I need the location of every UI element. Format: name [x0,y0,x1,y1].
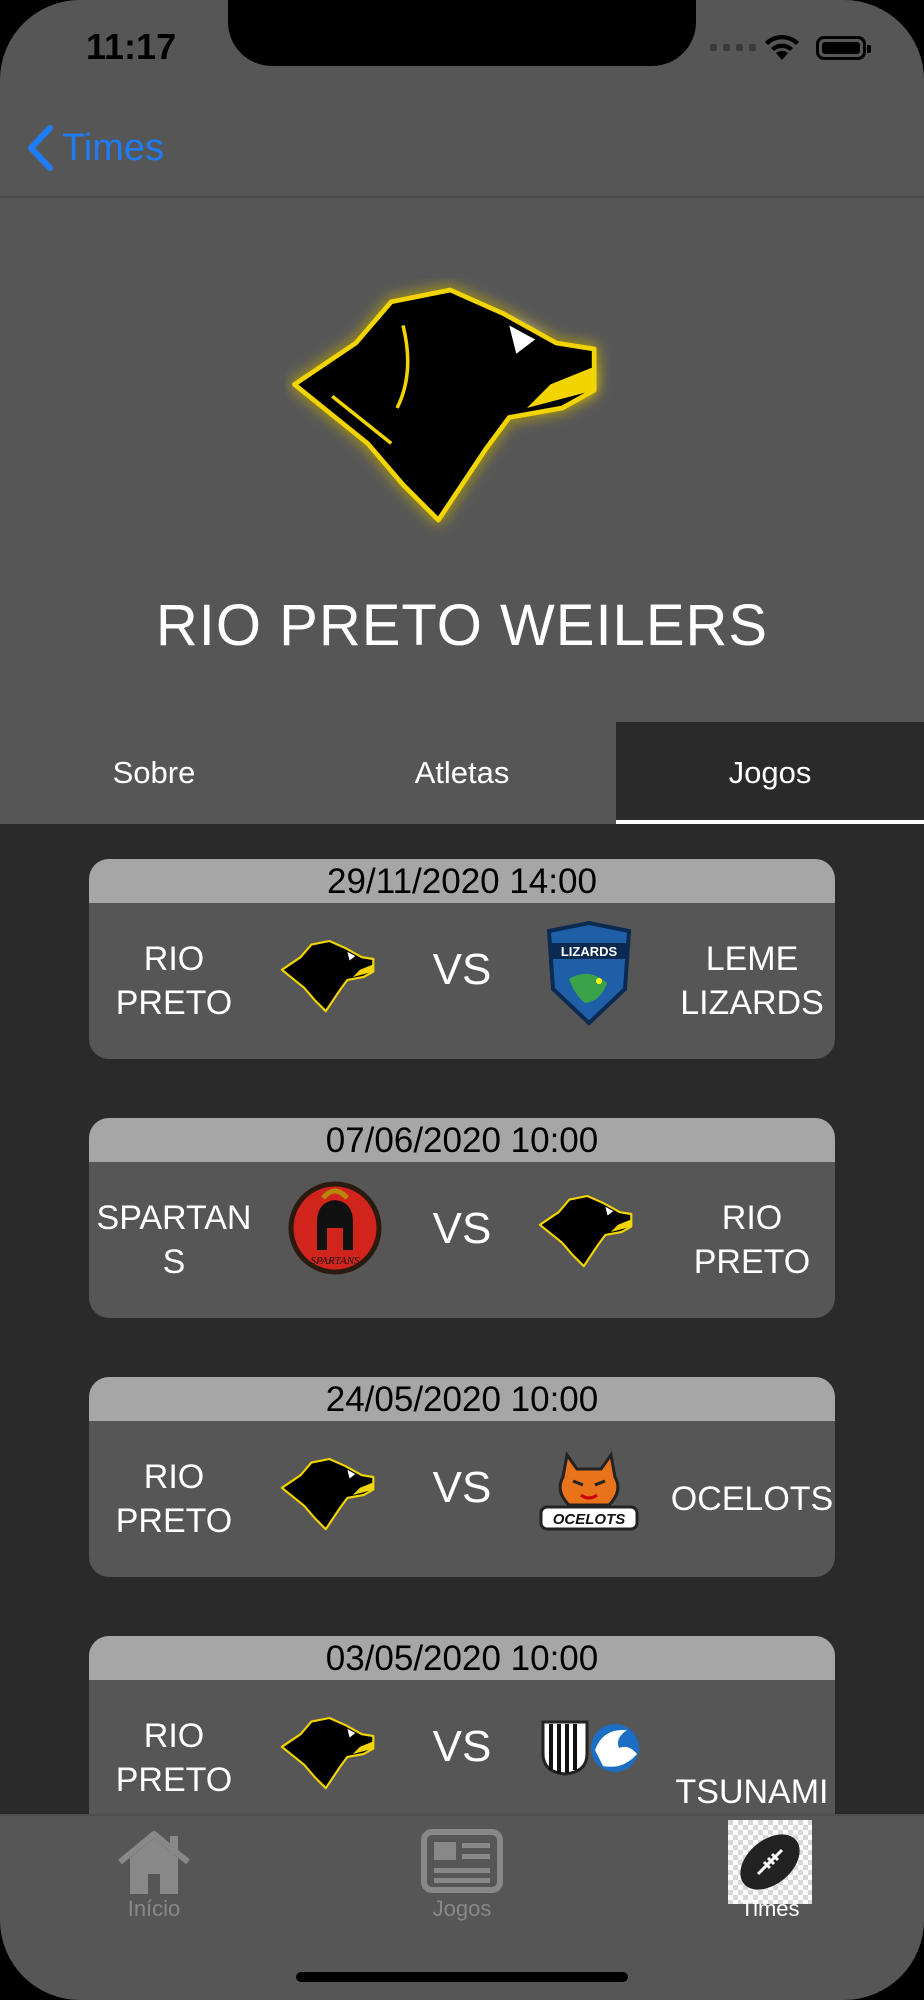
away-team-name: RIO PRETO [693,1199,811,1281]
svg-text:OCELOTS: OCELOTS [553,1511,626,1528]
app-screen: 11:17 Times RIO PRETO WEILERS Sobre Atle… [0,0,924,2000]
game-card[interactable]: 03/05/2020 10:00 RIO PRETO VS TSUNAMI [89,1636,835,1814]
back-label: Times [62,126,165,169]
away-team-name: LEME LIZARDS [680,940,824,1022]
tab-sobre[interactable]: Sobre [0,722,308,824]
svg-text:SPARTANS: SPARTANS [310,1255,360,1267]
game-card[interactable]: 24/05/2020 10:00 RIO PRETO VS OCELOTS OC… [89,1377,835,1577]
signal-icon [710,44,756,51]
tab-label: Times [740,1896,800,1921]
vs-label: VS [432,945,492,994]
game-date: 07/06/2020 10:00 [89,1118,835,1162]
tab-atletas[interactable]: Atletas [308,722,616,824]
weilers-logo [292,287,597,523]
status-bar: 11:17 [0,0,924,100]
weilers-logo [538,1194,633,1268]
team-header: RIO PRETO WEILERS [0,198,924,722]
home-team-name: RIO PRETO [115,1458,233,1540]
game-list[interactable]: 29/11/2020 14:00 RIO PRETO VS LIZARDS LE… [0,824,924,1814]
tab-label: Jogos [432,1896,492,1921]
team-name: RIO PRETO WEILERS [155,593,769,658]
weilers-logo [280,1457,375,1531]
tab-label: Início [127,1896,181,1921]
tab-inicio[interactable]: Início [0,1816,308,1936]
away-team-name: OCELOTS [670,1480,834,1518]
tab-times[interactable]: Times [616,1816,924,1936]
home-team-name: SPARTAN S [96,1199,252,1281]
game-card[interactable]: 07/06/2020 10:00 SPARTAN S SPARTANS VS R… [89,1118,835,1318]
weilers-logo [280,939,375,1013]
game-date: 24/05/2020 10:00 [89,1377,835,1421]
vs-label: VS [432,1204,492,1253]
status-time: 11:17 [86,26,177,67]
lizards-logo: LIZARDS [546,920,632,1026]
football-icon [728,1820,812,1904]
game-date: 29/11/2020 14:00 [89,859,835,903]
svg-text:LIZARDS: LIZARDS [561,944,618,959]
vs-label: VS [432,1722,492,1771]
chevron-left-icon [28,125,53,171]
game-card[interactable]: 29/11/2020 14:00 RIO PRETO VS LIZARDS LE… [89,859,835,1059]
tsunami-logo [541,1720,639,1776]
weilers-logo [280,1716,375,1790]
away-team-name: TSUNAMI [675,1773,829,1811]
tab-jogos[interactable]: Jogos [616,722,924,824]
ocelots-logo: OCELOTS [539,1451,639,1531]
vs-label: VS [432,1463,492,1512]
spartans-logo: SPARTANS [288,1181,382,1275]
home-icon [118,1831,190,1894]
wifi-icon [765,34,799,60]
home-team-name: RIO PRETO [115,1717,233,1799]
game-date: 03/05/2020 10:00 [89,1636,835,1680]
navigation-bar: Times [0,100,924,198]
team-tabs: Sobre Atletas Jogos [0,722,924,824]
newspaper-icon [421,1829,503,1893]
home-team-name: RIO PRETO [115,940,233,1022]
device-notch [228,0,696,66]
battery-icon [816,36,871,60]
back-button[interactable]: Times [26,122,164,174]
home-indicator [296,1972,628,1982]
tab-jogos-bottom[interactable]: Jogos [308,1816,616,1936]
